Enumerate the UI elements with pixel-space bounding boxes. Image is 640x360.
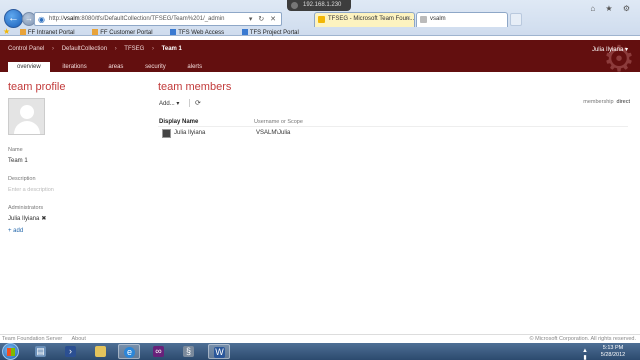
- taskbar-app[interactable]: §: [178, 344, 200, 359]
- tab-areas[interactable]: areas: [99, 62, 132, 72]
- powershell-icon: ›: [65, 346, 76, 357]
- address-url: http://vsalm:8080/tfs/DefaultCollection/…: [49, 16, 225, 22]
- favorites-bar: ★ FF Intranet Portal FF Customer Portal …: [0, 27, 640, 37]
- remove-icon[interactable]: ✖: [41, 216, 46, 222]
- tab-overview[interactable]: overview: [8, 62, 50, 72]
- breadcrumb: Control Panel › DefaultCollection › TFSE…: [8, 46, 182, 52]
- back-arrow-icon: ←: [8, 12, 19, 24]
- tab-iterations[interactable]: iterations: [53, 62, 95, 72]
- pin-icon[interactable]: [291, 2, 298, 9]
- tab-security[interactable]: security: [136, 62, 175, 72]
- clock[interactable]: 5:13 PM 5/28/2012: [598, 345, 628, 359]
- address-bar[interactable]: ◉ http://vsalm:8080/tfs/DefaultCollectio…: [34, 12, 282, 26]
- add-administrator-link[interactable]: + add: [8, 228, 23, 234]
- tray-icons[interactable]: ▲ ▮ ◂): [581, 348, 592, 360]
- server-manager-icon: ▤: [35, 346, 46, 357]
- breadcrumb-control-panel[interactable]: Control Panel: [8, 46, 44, 52]
- tfs-header: Control Panel › DefaultCollection › TFSE…: [0, 40, 640, 77]
- footer-about-link[interactable]: About: [71, 336, 85, 342]
- footer-tfs-link[interactable]: Team Foundation Server: [2, 336, 62, 342]
- word-icon: W: [214, 347, 225, 358]
- toolbar-divider: [189, 99, 190, 107]
- user-menu[interactable]: Julia Ilyiana ▾: [592, 46, 628, 53]
- favorite-link[interactable]: TFS Project Portal: [241, 29, 307, 36]
- forward-arrow-icon: →: [25, 14, 33, 23]
- team-profile-heading: team profile: [8, 81, 66, 93]
- windows-taskbar: ▤ › e ∞ § W ▲ ▮ ◂) 5:13 PM 5/28/2012: [0, 343, 640, 360]
- start-button[interactable]: [2, 343, 19, 360]
- browser-toolbar-icons[interactable]: ⌂ ★ ⚙: [590, 4, 634, 13]
- member-avatar: [162, 129, 171, 138]
- page-footer: Team Foundation Server About © Microsoft…: [0, 334, 640, 343]
- column-header-display-name[interactable]: Display Name: [159, 119, 198, 125]
- taskbar-explorer[interactable]: [90, 344, 112, 359]
- tfs-favicon-icon: [318, 16, 325, 23]
- column-header-username[interactable]: Username or Scope: [254, 119, 303, 125]
- page-favicon-icon: [420, 16, 427, 23]
- administrator-entry: Julia Ilyiana ✖: [8, 216, 47, 222]
- administrators-label: Administrators: [8, 205, 44, 211]
- internet-explorer-icon: e: [124, 347, 135, 358]
- sync-icon: §: [183, 346, 194, 357]
- refresh-icon[interactable]: ⟳: [195, 99, 201, 107]
- team-avatar[interactable]: [8, 98, 45, 135]
- description-label: Description: [8, 176, 36, 182]
- taskbar-server-manager[interactable]: ▤: [30, 344, 52, 359]
- taskbar-visual-studio[interactable]: ∞: [148, 344, 170, 359]
- breadcrumb-project[interactable]: TFSEG: [124, 46, 144, 52]
- page-icon: ◉: [38, 15, 45, 24]
- remote-connection-bar: 192.168.1.230: [287, 0, 351, 11]
- browser-tab-vsalm[interactable]: vsalm: [416, 12, 508, 27]
- visual-studio-icon: ∞: [153, 346, 164, 357]
- taskbar-word[interactable]: W: [208, 344, 230, 359]
- close-tab-icon[interactable]: ✕: [406, 13, 411, 26]
- team-members-heading: team members: [158, 81, 232, 93]
- table-divider: [158, 126, 628, 127]
- admin-tabs: overview iterations areas security alert…: [8, 62, 213, 72]
- favorite-link[interactable]: FF Intranet Portal: [19, 29, 83, 36]
- add-member-menu[interactable]: Add... ▾: [159, 100, 179, 107]
- breadcrumb-team: Team 1: [161, 46, 182, 52]
- back-button[interactable]: ←: [4, 9, 23, 28]
- taskbar-powershell[interactable]: ›: [60, 344, 82, 359]
- name-label: Name: [8, 147, 23, 153]
- member-display-name[interactable]: Julia Ilyiana: [174, 130, 205, 136]
- member-username[interactable]: VSALM\Julia: [256, 130, 290, 136]
- team-name-value[interactable]: Team 1: [8, 158, 28, 164]
- browser-tab-tfseg[interactable]: TFSEG - Microsoft Team Foun... ✕: [314, 12, 415, 27]
- favorite-link[interactable]: FF Customer Portal: [92, 29, 160, 36]
- breadcrumb-collection[interactable]: DefaultCollection: [62, 46, 107, 52]
- browser-chrome: ← → ◉ http://vsalm:8080/tfs/DefaultColle…: [0, 0, 640, 36]
- windows-logo-icon: [7, 348, 15, 356]
- address-tools[interactable]: ▾ ↻ ✕: [249, 15, 278, 23]
- description-field[interactable]: Enter a description: [8, 187, 54, 193]
- favorite-link[interactable]: TFS Web Access: [170, 29, 232, 36]
- favorites-star-icon[interactable]: ★: [3, 27, 10, 36]
- folder-icon: [95, 346, 106, 357]
- copyright: © Microsoft Corporation. All rights rese…: [529, 336, 636, 342]
- tab-alerts[interactable]: alerts: [178, 62, 211, 72]
- new-tab-button[interactable]: [510, 13, 522, 26]
- membership-filter[interactable]: membership direct: [583, 99, 630, 105]
- taskbar-internet-explorer[interactable]: e: [118, 344, 140, 359]
